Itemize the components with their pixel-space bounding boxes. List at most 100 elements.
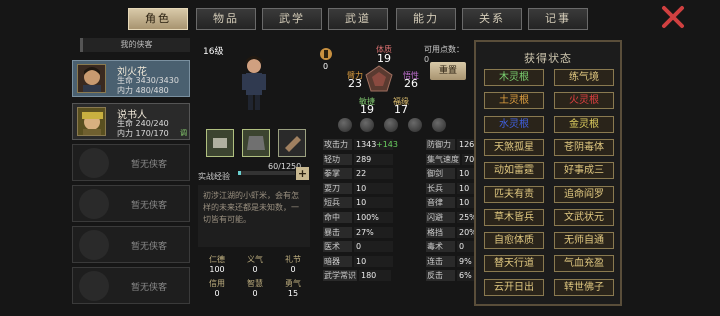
equip-slot-weapon[interactable] <box>206 129 234 157</box>
status-badge[interactable]: 自愈体质 <box>484 232 544 250</box>
status-badge[interactable]: 云开日出 <box>484 278 544 296</box>
attribute-label: 格挡 <box>426 226 455 238</box>
medal-icon <box>320 48 332 60</box>
status-badge[interactable]: 追命阎罗 <box>554 185 614 203</box>
equip-slot-armor[interactable] <box>242 129 270 157</box>
attribute-bonus: +143 <box>376 140 398 149</box>
exp-fill <box>238 171 241 175</box>
attribute-value: 10 <box>354 182 393 194</box>
status-badge[interactable]: 文武状元 <box>554 208 614 226</box>
pentagon-chart-icon <box>365 65 393 92</box>
attribute-label: 医术 <box>323 241 352 253</box>
tab-wudao[interactable]: 武道 <box>328 8 388 30</box>
status-badge[interactable]: 火灵根 <box>554 92 614 110</box>
virtue-stat: 勇气 15 <box>282 278 304 298</box>
status-badge[interactable]: 转世佛子 <box>554 278 614 296</box>
status-badge[interactable]: 土灵根 <box>484 92 544 110</box>
attribute-label: 攻击力 <box>323 139 352 150</box>
virtue-stat: 义气 0 <box>244 254 266 274</box>
attribute-label: 防御力 <box>426 139 455 150</box>
virtue-value: 0 <box>252 289 258 298</box>
attribute-label: 暴击 <box>323 226 352 238</box>
empty-avatar-icon <box>79 189 109 219</box>
tab-ability[interactable]: 能力 <box>396 8 456 30</box>
skill-orb-icon[interactable] <box>338 118 352 132</box>
status-badge[interactable]: 木灵根 <box>484 69 544 86</box>
attribute-value: 27% <box>354 226 393 238</box>
close-icon[interactable] <box>660 4 686 30</box>
empty-avatar-icon <box>79 148 109 178</box>
avatar <box>77 107 106 136</box>
attribute-label: 短兵 <box>323 197 352 209</box>
virtue-value: 0 <box>290 265 296 274</box>
status-badge[interactable]: 好事成三 <box>554 162 614 180</box>
available-points: 可用点数：0 <box>424 45 464 64</box>
attribute-label: 毒术 <box>426 241 455 253</box>
attribute-label: 命中 <box>323 212 352 223</box>
hero-slot-empty[interactable]: 暂无侠客 <box>72 144 190 181</box>
attribute-label: 集气速度 <box>426 153 460 165</box>
status-badge[interactable]: 无师自通 <box>554 232 614 250</box>
virtue-value: 0 <box>252 265 258 274</box>
hero-slot-empty[interactable]: 暂无侠客 <box>72 226 190 263</box>
add-exp-button[interactable]: + <box>296 167 309 180</box>
attribute-label: 音律 <box>426 197 455 209</box>
empty-label: 暂无侠客 <box>131 242 168 252</box>
attribute-label: 耍刀 <box>323 182 352 194</box>
attribute-label: 长兵 <box>426 182 455 194</box>
attribute-row: 暗器 10 <box>323 255 423 267</box>
hero-slot-1[interactable]: 刘火花 生命 3430/3430 内力 480/480 <box>72 60 190 97</box>
avatar <box>77 64 106 93</box>
attribute-label: 拳掌 <box>323 168 352 180</box>
level-label: 16级 <box>203 47 224 57</box>
stat-value-fuyuan: 17 <box>394 103 408 116</box>
attribute-row: 医术 0 <box>323 241 423 253</box>
status-panel: 获得状态 木灵根 练气境 土灵根 火灵根 水灵根 金灵根 天煞孤星 苍阴毒体 动如雷霆 好事成三匹… <box>474 40 622 306</box>
equip-slot-accessory[interactable] <box>278 129 306 157</box>
virtue-label: 智慧 <box>247 279 263 288</box>
character-panel: 16级 0 体质 19 臂力 23 悟性 26 敏捷 19 福缘 17 可用点数… <box>198 40 501 306</box>
hero-slot-2[interactable]: 说书人 生命 240/240 内力 170/170 调 <box>72 103 190 140</box>
attribute-label: 连击 <box>426 255 455 267</box>
status-badge[interactable]: 天煞孤星 <box>484 138 544 156</box>
skill-orb-icon[interactable] <box>432 118 446 132</box>
hero-mp: 内力 480/480 <box>117 86 169 95</box>
status-badge[interactable]: 气血充盈 <box>554 255 614 273</box>
skill-orb-icon[interactable] <box>408 118 422 132</box>
skill-orb-icon[interactable] <box>360 118 374 132</box>
empty-label: 暂无侠客 <box>131 201 168 211</box>
stat-value-minjie: 19 <box>360 103 374 116</box>
attribute-value: 10 <box>354 197 393 209</box>
virtue-label: 勇气 <box>285 279 301 288</box>
attribute-row: 轻功 289 <box>323 153 423 165</box>
status-badge[interactable]: 金灵根 <box>554 115 614 133</box>
hero-slot-empty[interactable]: 暂无侠客 <box>72 267 190 304</box>
attribute-label: 御剑 <box>426 168 455 180</box>
empty-label: 暂无侠客 <box>131 283 168 293</box>
virtue-stat: 礼节 0 <box>282 254 304 274</box>
status-badge[interactable]: 动如雷霆 <box>484 162 544 180</box>
status-badge[interactable]: 水灵根 <box>484 115 544 133</box>
empty-avatar-icon <box>79 271 109 301</box>
attribute-row: 暴击 27% <box>323 226 423 238</box>
hero-slot-empty[interactable]: 暂无侠客 <box>72 185 190 222</box>
status-badge[interactable]: 草木皆兵 <box>484 208 544 226</box>
virtue-value: 15 <box>287 289 299 298</box>
medal-value: 0 <box>323 62 329 71</box>
status-tag: 调 <box>180 129 187 137</box>
empty-avatar-icon <box>79 230 109 260</box>
attribute-row: 命中 100% <box>323 212 423 223</box>
tab-character[interactable]: 角色 <box>128 8 188 30</box>
status-badge[interactable]: 匹夫有责 <box>484 185 544 203</box>
tab-items[interactable]: 物品 <box>196 8 256 30</box>
status-badge[interactable]: 苍阴毒体 <box>554 138 614 156</box>
status-badge[interactable]: 替天行道 <box>484 255 544 273</box>
tab-relations[interactable]: 关系 <box>462 8 522 30</box>
description: 初涉江湖的小虾米，会有怎样的未来还都是未知数，一切皆有可能。 <box>198 185 310 247</box>
tab-martial[interactable]: 武学 <box>262 8 322 30</box>
reset-button[interactable]: 重置 <box>430 62 466 80</box>
tab-journal[interactable]: 记事 <box>528 8 588 30</box>
status-badge[interactable]: 练气境 <box>554 69 614 86</box>
exp-bar <box>238 171 295 175</box>
skill-orb-icon[interactable] <box>384 118 398 132</box>
